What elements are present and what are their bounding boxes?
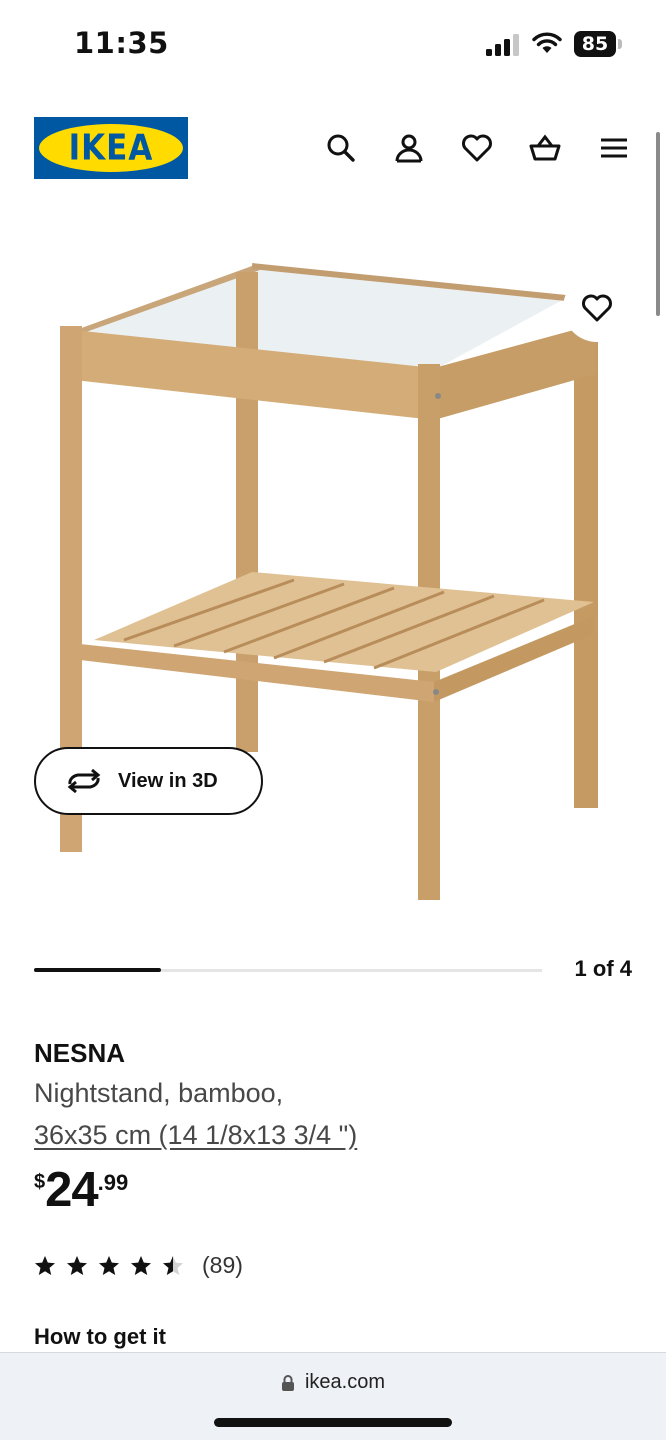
product-size-link[interactable]: 36x35 cm (14 1/8x13 3/4 ") (34, 1120, 357, 1151)
star-icon (67, 1255, 87, 1275)
battery-indicator: 85 (574, 31, 622, 57)
account-icon[interactable] (392, 131, 426, 165)
lock-icon (281, 1374, 294, 1391)
status-bar: 11:35 85 (0, 0, 666, 90)
view-in-3d-label: View in 3D (118, 769, 218, 792)
search-icon[interactable] (324, 131, 358, 165)
rotate-3d-icon (67, 768, 101, 794)
view-in-3d-button[interactable]: View in 3D (34, 747, 263, 815)
star-icon (163, 1255, 183, 1275)
product-description: Nightstand, bamboo, (34, 1078, 284, 1108)
wifi-icon (532, 32, 562, 53)
review-count: (89) (202, 1252, 243, 1278)
how-to-get-it-heading: How to get it (34, 1324, 166, 1349)
status-time: 11:35 (74, 26, 169, 60)
rating-stars (34, 1255, 194, 1277)
product-name: NESNA (34, 1038, 126, 1068)
star-icon (35, 1255, 55, 1275)
heart-icon (582, 294, 612, 322)
battery-level: 85 (574, 31, 616, 57)
product-rating[interactable]: (89) (34, 1252, 243, 1279)
menu-icon[interactable] (597, 131, 631, 165)
gallery-progress[interactable] (34, 968, 542, 972)
star-icon (99, 1255, 119, 1275)
site-header: IKEA ® (0, 117, 666, 179)
browser-address-bar[interactable]: ikea.com (0, 1352, 666, 1440)
star-icon (131, 1255, 151, 1275)
url-text[interactable]: ikea.com (305, 1371, 385, 1394)
add-to-favorites-button[interactable] (563, 274, 631, 342)
price-decimal: .99 (97, 1170, 129, 1195)
price-integer: 24 (45, 1163, 99, 1217)
gallery-progress-fill (34, 968, 161, 972)
product-price: $24.99 (34, 1166, 128, 1215)
cellular-signal-icon (486, 34, 519, 56)
heart-icon[interactable] (460, 131, 494, 165)
price-currency: $ (34, 1171, 46, 1193)
logo-text: IKEA (68, 127, 154, 169)
ikea-logo[interactable]: IKEA ® (34, 117, 188, 179)
product-image[interactable] (34, 220, 634, 920)
home-indicator (214, 1418, 452, 1427)
page-scrollbar[interactable] (656, 132, 660, 316)
logo-registered-mark: ® (174, 126, 180, 135)
basket-icon[interactable] (528, 131, 562, 165)
gallery-counter: 1 of 4 (574, 956, 632, 981)
